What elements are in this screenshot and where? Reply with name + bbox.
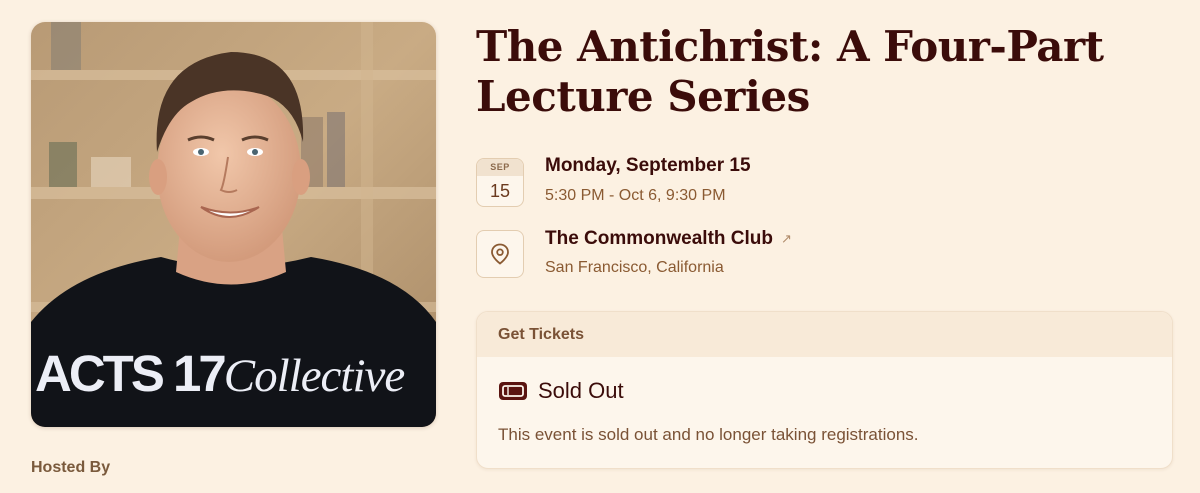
sold-out-label: Sold Out xyxy=(538,378,624,403)
tickets-heading: Get Tickets xyxy=(477,312,1172,357)
event-page: ACTS 17Collective Hosted By The Antichri… xyxy=(0,0,1200,493)
ticket-status: Sold Out xyxy=(498,378,624,404)
event-cover-image[interactable]: ACTS 17Collective xyxy=(31,22,436,427)
calendar-date-icon: SEP 15 xyxy=(476,158,524,207)
hosted-by-label: Hosted By xyxy=(31,459,111,476)
venue-link[interactable]: The Commonwealth Club ↗ xyxy=(545,228,792,250)
venue-city: San Francisco, California xyxy=(545,259,724,276)
cover-brand-bold: ACTS 17 xyxy=(35,345,227,402)
map-pin-icon xyxy=(476,230,524,278)
event-date: Monday, September 15 xyxy=(545,155,751,176)
cover-brand-italic: Collective xyxy=(223,350,406,402)
ticket-icon xyxy=(499,382,527,400)
event-title-line-1: The Antichrist: A Four-Part xyxy=(476,22,1104,71)
calendar-day: 15 xyxy=(489,181,511,201)
external-link-icon: ↗ xyxy=(781,231,792,246)
event-title-line-2: Lecture Series xyxy=(476,72,810,121)
calendar-month: SEP xyxy=(477,159,523,176)
tickets-card: Get Tickets Sold Out This event is sold … xyxy=(476,311,1173,469)
event-title: The Antichrist: A Four-Part Lecture Seri… xyxy=(476,22,1176,122)
tickets-description: This event is sold out and no longer tak… xyxy=(498,425,919,444)
venue-name: The Commonwealth Club xyxy=(545,228,773,249)
event-time-range: 5:30 PM - Oct 6, 9:30 PM xyxy=(545,187,726,204)
cover-brand-text: ACTS 17Collective xyxy=(35,345,406,402)
